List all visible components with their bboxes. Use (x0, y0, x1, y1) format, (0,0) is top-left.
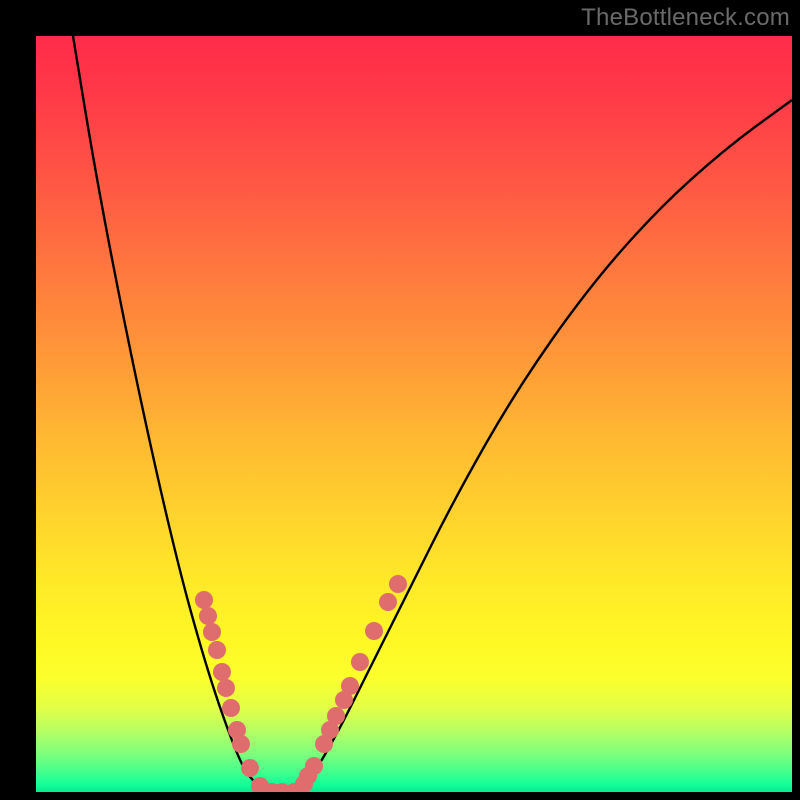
data-point (195, 591, 213, 609)
data-point (341, 677, 359, 695)
chart-svg (36, 36, 792, 792)
data-point (213, 663, 231, 681)
data-point (222, 699, 240, 717)
data-point (305, 757, 323, 775)
data-point (327, 707, 345, 725)
plot-area (36, 36, 792, 792)
bottleneck-curve (72, 36, 792, 792)
data-point-markers (195, 575, 407, 792)
data-point (199, 607, 217, 625)
data-point (365, 622, 383, 640)
data-point (217, 679, 235, 697)
data-point (232, 735, 250, 753)
data-point (389, 575, 407, 593)
data-point (379, 593, 397, 611)
watermark-text: TheBottleneck.com (581, 4, 790, 32)
curve-path (72, 36, 792, 792)
chart-frame: TheBottleneck.com (0, 0, 800, 800)
data-point (208, 641, 226, 659)
data-point (351, 653, 369, 671)
data-point (241, 759, 259, 777)
data-point (203, 623, 221, 641)
